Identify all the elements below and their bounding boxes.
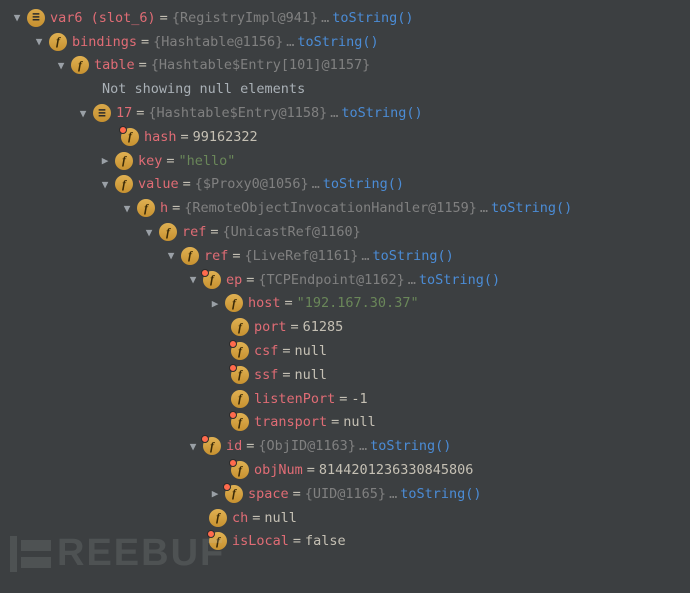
var-type: {RegistryImpl@941} xyxy=(172,10,318,26)
tree-row-entry-17[interactable]: 17 = {Hashtable$Entry@1158} … toString() xyxy=(4,101,690,125)
ellipsis: … xyxy=(321,10,329,26)
tree-row-ref-unicast[interactable]: ref = {UnicastRef@1160} xyxy=(4,220,690,244)
chevron-down-icon[interactable] xyxy=(186,273,200,286)
tree-row-key[interactable]: key = "hello" xyxy=(4,149,690,173)
chevron-down-icon[interactable] xyxy=(186,440,200,453)
chevron-down-icon[interactable] xyxy=(10,11,24,24)
chevron-down-icon[interactable] xyxy=(164,249,178,262)
tree-row-objnum[interactable]: objNum = 8144201236330845806 xyxy=(4,458,690,482)
tree-row-transport[interactable]: transport = null xyxy=(4,411,690,435)
field-icon xyxy=(203,437,221,455)
chevron-right-icon[interactable] xyxy=(98,154,112,167)
tree-row-table[interactable]: table = {Hashtable$Entry[101]@1157} xyxy=(4,54,690,78)
chevron-right-icon[interactable] xyxy=(208,297,222,310)
chevron-down-icon[interactable] xyxy=(120,202,134,215)
tree-row-value[interactable]: value = {$Proxy0@1056} … toString() xyxy=(4,173,690,197)
chevron-down-icon[interactable] xyxy=(142,226,156,239)
tree-row-csf[interactable]: csf = null xyxy=(4,339,690,363)
field-icon xyxy=(137,199,155,217)
tree-row-host[interactable]: host = "192.167.30.37" xyxy=(4,292,690,316)
field-icon xyxy=(115,175,133,193)
field-icon xyxy=(231,342,249,360)
field-icon xyxy=(121,128,139,146)
tree-row-ref-live[interactable]: ref = {LiveRef@1161} … toString() xyxy=(4,244,690,268)
field-icon xyxy=(231,366,249,384)
info-label: Not showing null elements xyxy=(102,81,305,97)
tree-row-port[interactable]: port = 61285 xyxy=(4,315,690,339)
field-icon xyxy=(203,271,221,289)
tree-row-bindings[interactable]: bindings = {Hashtable@1156} … toString() xyxy=(4,30,690,54)
tree-row-hash[interactable]: hash = 99162322 xyxy=(4,125,690,149)
tostring-link[interactable]: toString() xyxy=(323,176,404,192)
tree-row-nullmsg: Not showing null elements xyxy=(4,77,690,101)
chevron-down-icon[interactable] xyxy=(76,107,90,120)
field-icon xyxy=(49,33,67,51)
enum-icon xyxy=(27,9,45,27)
tree-row-islocal[interactable]: isLocal = false xyxy=(4,530,690,554)
tree-row-ep[interactable]: ep = {TCPEndpoint@1162} … toString() xyxy=(4,268,690,292)
tostring-link[interactable]: toString() xyxy=(419,272,500,288)
tostring-link[interactable]: toString() xyxy=(297,34,378,50)
tostring-link[interactable]: toString() xyxy=(341,105,422,121)
chevron-down-icon[interactable] xyxy=(54,59,68,72)
field-icon xyxy=(231,318,249,336)
field-icon xyxy=(181,247,199,265)
chevron-down-icon[interactable] xyxy=(32,35,46,48)
tree-row-h[interactable]: h = {RemoteObjectInvocationHandler@1159}… xyxy=(4,196,690,220)
field-icon xyxy=(225,294,243,312)
tree-row-var6[interactable]: var6 (slot_6) = {RegistryImpl@941} … toS… xyxy=(4,6,690,30)
enum-icon xyxy=(93,104,111,122)
field-icon xyxy=(159,223,177,241)
field-icon xyxy=(231,390,249,408)
tree-row-space[interactable]: space = {UID@1165} … toString() xyxy=(4,482,690,506)
tree-row-ch[interactable]: ch = null xyxy=(4,506,690,530)
tree-row-ssf[interactable]: ssf = null xyxy=(4,363,690,387)
field-icon xyxy=(225,485,243,503)
field-icon xyxy=(209,532,227,550)
tostring-link[interactable]: toString() xyxy=(400,486,481,502)
field-icon xyxy=(115,152,133,170)
field-icon xyxy=(231,461,249,479)
chevron-down-icon[interactable] xyxy=(98,178,112,191)
tostring-link[interactable]: toString() xyxy=(372,248,453,264)
tree-row-listenport[interactable]: listenPort = -1 xyxy=(4,387,690,411)
field-icon xyxy=(231,413,249,431)
field-icon xyxy=(71,56,89,74)
tostring-link[interactable]: toString() xyxy=(491,200,572,216)
chevron-right-icon[interactable] xyxy=(208,487,222,500)
tostring-link[interactable]: toString() xyxy=(370,438,451,454)
field-icon xyxy=(209,509,227,527)
tree-row-id[interactable]: id = {ObjID@1163} … toString() xyxy=(4,434,690,458)
tostring-link[interactable]: toString() xyxy=(332,10,413,26)
var-name: var6 (slot_6) xyxy=(50,10,156,26)
